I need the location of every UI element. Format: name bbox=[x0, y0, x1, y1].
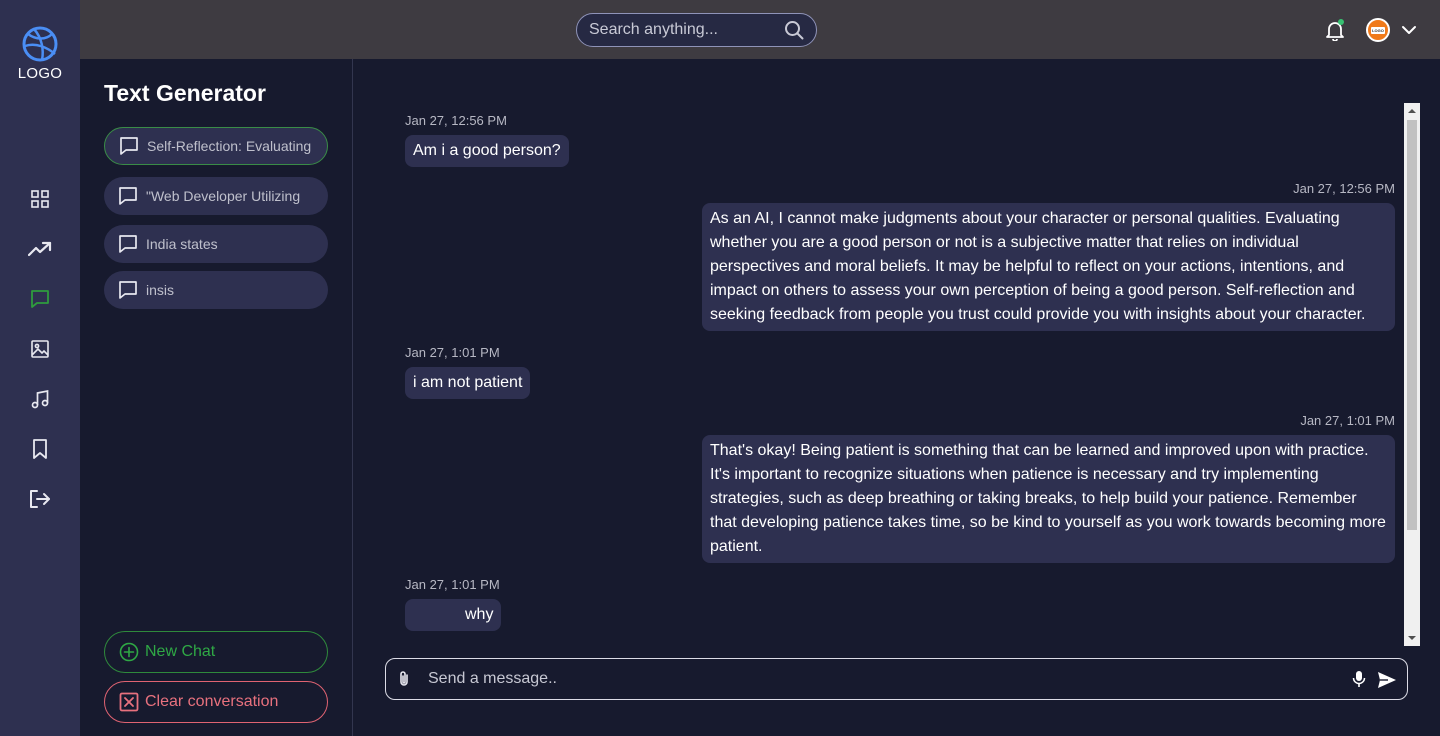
close-box-icon bbox=[119, 692, 139, 712]
chat-bubble-icon bbox=[120, 137, 138, 155]
image-icon bbox=[31, 340, 49, 358]
avatar[interactable]: LOGO bbox=[1366, 18, 1390, 42]
music-icon bbox=[31, 389, 49, 409]
nav-trending[interactable] bbox=[27, 236, 53, 262]
logo[interactable]: LOGO bbox=[0, 26, 80, 82]
new-chat-button[interactable]: New Chat bbox=[104, 631, 328, 673]
scrollbar-thumb[interactable] bbox=[1407, 120, 1417, 530]
message-timestamp: Jan 27, 12:56 PM bbox=[1293, 181, 1395, 196]
top-bar: LOGO bbox=[80, 0, 1440, 59]
plus-circle-icon bbox=[119, 642, 139, 662]
conversation-label: India states bbox=[146, 236, 218, 252]
nav-music[interactable] bbox=[27, 386, 53, 412]
nav-bookmarks[interactable] bbox=[27, 436, 53, 462]
clear-conversation-button[interactable]: Clear conversation bbox=[104, 681, 328, 723]
user-message: Am i a good person? bbox=[405, 135, 569, 167]
user-message: why bbox=[405, 599, 502, 631]
conversation-item[interactable]: insis bbox=[104, 271, 328, 309]
message-timestamp: Jan 27, 1:01 PM bbox=[1300, 413, 1395, 428]
conversation-item[interactable]: "Web Developer Utilizing bbox=[104, 177, 328, 215]
page-title: Text Generator bbox=[104, 80, 266, 106]
message-timestamp: Jan 27, 12:56 PM bbox=[405, 113, 507, 128]
user-message: i am not patient bbox=[405, 367, 531, 399]
chat-scrollbar[interactable] bbox=[1404, 103, 1420, 646]
microphone-icon[interactable] bbox=[1350, 670, 1368, 688]
notification-dot bbox=[1338, 19, 1344, 25]
conversation-item[interactable]: India states bbox=[104, 225, 328, 263]
message-composer bbox=[385, 658, 1408, 700]
avatar-text: LOGO bbox=[1371, 26, 1385, 34]
scroll-up-arrow-icon[interactable] bbox=[1404, 103, 1420, 119]
basketball-logo-icon bbox=[22, 26, 58, 62]
search-box bbox=[576, 13, 817, 47]
logo-text: LOGO bbox=[17, 65, 63, 82]
nav-images[interactable] bbox=[27, 336, 53, 362]
nav-logout[interactable] bbox=[27, 486, 53, 512]
conversation-label: insis bbox=[146, 282, 175, 298]
scroll-down-arrow-icon[interactable] bbox=[1404, 630, 1420, 646]
nav-chat[interactable] bbox=[27, 286, 53, 312]
conversation-label: "Web Developer Utilizing bbox=[146, 188, 301, 204]
chat-icon bbox=[31, 290, 49, 308]
chat-bubble-icon bbox=[119, 281, 137, 299]
conversation-item[interactable]: Self-Reflection: Evaluating bbox=[104, 127, 328, 165]
assistant-message: That's okay! Being patient is something … bbox=[702, 435, 1395, 563]
chat-bubble-icon bbox=[119, 235, 137, 253]
conversation-label: Self-Reflection: Evaluating bbox=[147, 138, 312, 154]
dashboard-grid-icon bbox=[31, 190, 49, 208]
message-input[interactable] bbox=[428, 659, 1328, 699]
chat-bubble-icon bbox=[119, 187, 137, 205]
message-list: Jan 27, 12:56 PM Am i a good person? Jan… bbox=[385, 103, 1420, 646]
message-timestamp: Jan 27, 1:01 PM bbox=[405, 577, 500, 592]
nav-rail: LOGO bbox=[0, 0, 80, 736]
paperclip-icon[interactable] bbox=[395, 670, 413, 688]
conversations-panel: Text Generator Self-Reflection: Evaluati… bbox=[80, 59, 353, 736]
trending-up-icon bbox=[28, 241, 52, 257]
assistant-message: As an AI, I cannot make judgments about … bbox=[702, 203, 1395, 331]
chevron-down-icon[interactable] bbox=[1400, 22, 1418, 38]
send-icon[interactable] bbox=[1376, 669, 1398, 691]
clear-conversation-label: Clear conversation bbox=[145, 693, 279, 710]
logout-icon bbox=[30, 490, 50, 508]
new-chat-label: New Chat bbox=[145, 643, 216, 660]
search-icon[interactable] bbox=[784, 20, 804, 40]
message-timestamp: Jan 27, 1:01 PM bbox=[405, 345, 500, 360]
search-input[interactable] bbox=[589, 14, 779, 46]
bookmark-icon bbox=[33, 439, 47, 459]
nav-dashboard[interactable] bbox=[27, 186, 53, 212]
